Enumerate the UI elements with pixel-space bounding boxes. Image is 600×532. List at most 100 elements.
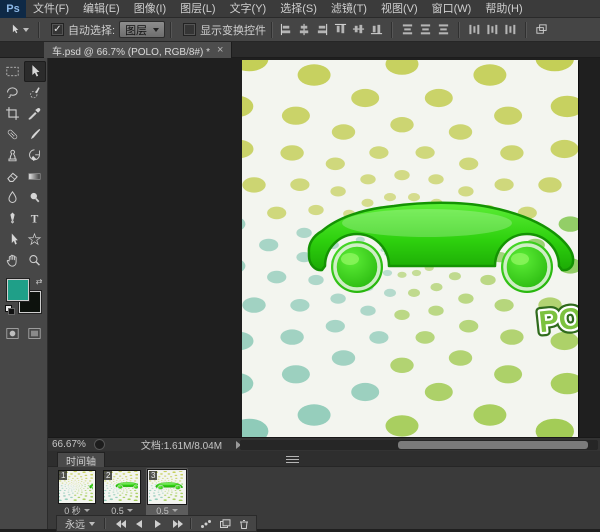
car-artwork: PO PO PO xyxy=(242,60,578,437)
distribute-horizontal-centers-button[interactable] xyxy=(484,21,501,38)
align-left-edges-button[interactable] xyxy=(278,21,295,38)
history-brush-tool-icon xyxy=(29,149,40,162)
menu-item-6[interactable]: 选择(S) xyxy=(273,0,324,18)
quick-mask-button-icon xyxy=(6,328,19,339)
document-tab-title: 车.psd @ 66.7% (POLO, RGB/8#) * xyxy=(52,46,210,58)
next-frame-icon xyxy=(172,519,183,528)
align-vertical-centers-button[interactable] xyxy=(350,21,367,38)
spot-healing-brush-tool[interactable] xyxy=(2,124,24,145)
separator xyxy=(170,21,173,38)
align-horizontal-centers-button[interactable] xyxy=(296,21,313,38)
distribute-top-edges-button[interactable] xyxy=(399,21,416,38)
foreground-color-swatch[interactable] xyxy=(6,279,29,301)
align-horizontal-centers-icon xyxy=(299,23,309,36)
blur-tool[interactable] xyxy=(2,187,24,208)
horizontal-scrollbar-thumb[interactable] xyxy=(398,441,588,449)
options-bar: ✓ 自动选择: 图层 显示变换控件 xyxy=(0,18,600,42)
gradient-tool[interactable] xyxy=(24,166,46,187)
separator xyxy=(271,21,274,38)
playback-buttons xyxy=(111,517,252,530)
first-frame-button[interactable] xyxy=(111,517,128,530)
menu-item-7[interactable]: 滤镜(T) xyxy=(324,0,374,18)
distribute-left-edges-button[interactable] xyxy=(466,21,483,38)
play-icon xyxy=(154,519,161,528)
swap-colors-icon[interactable]: ⇄ xyxy=(36,277,43,286)
hand-tool[interactable] xyxy=(2,250,24,271)
timeline-header: 时间轴 xyxy=(48,451,600,468)
type-tool[interactable]: T xyxy=(24,208,46,229)
crop-tool[interactable] xyxy=(2,103,24,124)
distribute-vertical-centers-button[interactable] xyxy=(417,21,434,38)
path-selection-tool[interactable] xyxy=(2,229,24,250)
quick-mask-button[interactable] xyxy=(2,323,24,344)
eraser-tool[interactable] xyxy=(2,166,24,187)
align-right-edges-icon xyxy=(317,23,328,36)
first-frame-icon xyxy=(115,519,126,528)
default-colors-icon[interactable] xyxy=(4,305,15,315)
distribute-right-edges-button[interactable] xyxy=(502,21,519,38)
rectangular-marquee-tool[interactable] xyxy=(2,61,24,82)
align-right-edges-button[interactable] xyxy=(314,21,331,38)
frame-duration-value: 0.5 xyxy=(111,505,124,516)
rear-wheel xyxy=(501,241,553,293)
chevron-down-icon xyxy=(23,27,29,32)
blur-tool-icon xyxy=(8,191,17,203)
auto-align-layers-button[interactable] xyxy=(533,21,550,38)
chevron-down-icon xyxy=(126,509,133,512)
auto-select-target-value: 图层 xyxy=(125,24,148,37)
menu-item-2[interactable]: 编辑(E) xyxy=(76,0,127,18)
menu-item-1[interactable]: 文件(F) xyxy=(26,0,76,18)
previous-frame-button[interactable] xyxy=(130,517,147,530)
custom-shape-tool[interactable] xyxy=(24,229,46,250)
next-frame-button[interactable] xyxy=(168,517,185,530)
animation-frame-1[interactable]: 10 秒 xyxy=(56,468,98,517)
tool-preset-picker[interactable] xyxy=(0,23,33,36)
history-brush-tool[interactable] xyxy=(24,145,46,166)
clone-stamp-tool[interactable] xyxy=(2,145,24,166)
pen-tool[interactable] xyxy=(2,208,24,229)
screen-mode-button-icon xyxy=(28,328,41,339)
align-bottom-edges-icon xyxy=(370,24,383,35)
status-icon xyxy=(93,439,105,450)
document-tab[interactable]: 车.psd @ 66.7% (POLO, RGB/8#) * × xyxy=(44,42,233,58)
document-area: PO PO PO 66.67% 文档:1.61M/8.04M 时间轴 10 秒2… xyxy=(48,58,600,532)
align-top-edges-button[interactable] xyxy=(332,21,349,38)
timeline-tab[interactable]: 时间轴 xyxy=(57,452,105,468)
dodge-tool[interactable] xyxy=(24,187,46,208)
duplicate-frame-button[interactable] xyxy=(216,517,233,530)
play-button[interactable] xyxy=(149,517,166,530)
menu-item-8[interactable]: 视图(V) xyxy=(374,0,425,18)
quick-selection-tool[interactable] xyxy=(24,82,46,103)
show-transform-checkbox[interactable] xyxy=(183,23,197,36)
menu-item-5[interactable]: 文字(Y) xyxy=(223,0,274,18)
delete-frame-button[interactable] xyxy=(235,517,252,530)
distribute-bottom-edges-icon xyxy=(438,24,449,35)
separator xyxy=(525,21,528,38)
brush-tool[interactable] xyxy=(24,124,46,145)
auto-select-checkbox[interactable]: ✓ xyxy=(51,23,64,36)
lasso-tool[interactable] xyxy=(2,82,24,103)
align-left-edges-icon xyxy=(280,23,291,36)
horizontal-scrollbar[interactable] xyxy=(240,440,598,450)
menu-item-10[interactable]: 帮助(H) xyxy=(478,0,529,18)
move-tool[interactable] xyxy=(23,61,46,82)
animation-frame-3[interactable]: 3 0.5 xyxy=(146,468,188,517)
distribute-horizontal-centers-icon xyxy=(487,24,498,35)
close-icon[interactable]: × xyxy=(217,45,223,56)
panel-menu-icon[interactable] xyxy=(286,454,299,465)
auto-select-target-dropdown[interactable]: 图层 xyxy=(119,21,166,38)
eyedropper-tool[interactable] xyxy=(24,103,46,124)
zoom-tool[interactable] xyxy=(24,250,46,271)
menu-item-4[interactable]: 图层(L) xyxy=(173,0,222,18)
menu-item-9[interactable]: 窗口(W) xyxy=(425,0,479,18)
animation-frame-2[interactable]: 2 0.5 xyxy=(101,468,143,517)
align-bottom-edges-button[interactable] xyxy=(368,21,385,38)
separator xyxy=(104,518,106,529)
tween-button[interactable] xyxy=(197,517,214,530)
canvas-artboard[interactable]: PO PO PO xyxy=(242,60,578,437)
distribute-vertical-centers-icon xyxy=(420,24,431,35)
screen-mode-button[interactable] xyxy=(24,323,46,344)
distribute-bottom-edges-button[interactable] xyxy=(435,21,452,38)
zoom-level[interactable]: 66.67% xyxy=(52,439,86,450)
menu-item-3[interactable]: 图像(I) xyxy=(127,0,173,18)
